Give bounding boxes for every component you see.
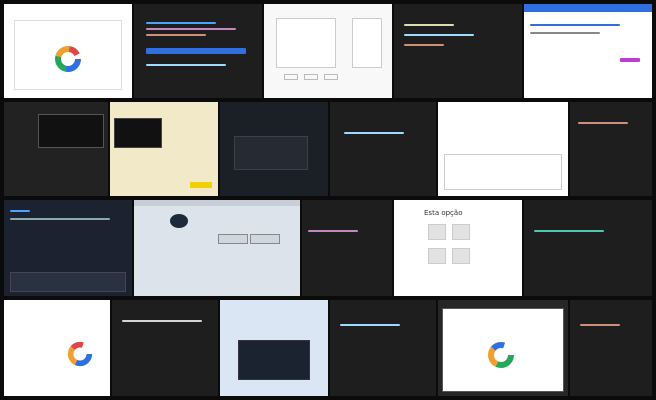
donut-chart	[55, 46, 81, 72]
tile-3-button[interactable]	[324, 74, 338, 80]
tile-1[interactable]	[4, 4, 132, 98]
tile-18-line	[122, 320, 202, 322]
tile-15-cell	[428, 224, 446, 240]
tile-15-cell	[452, 248, 470, 264]
tile-17[interactable]	[4, 300, 110, 396]
tile-15[interactable]: Esta opção	[394, 200, 522, 296]
tile-12-line	[10, 210, 30, 212]
tile-2-line	[146, 34, 206, 36]
tile-7[interactable]	[110, 102, 218, 196]
tile-2-line	[146, 48, 246, 54]
tile-9-line	[344, 132, 404, 134]
tile-5-line	[530, 32, 600, 34]
tile-4-line	[404, 24, 454, 26]
tile-22-line	[580, 324, 620, 326]
tile-14[interactable]	[302, 200, 392, 296]
tile-3[interactable]	[264, 4, 392, 98]
tile-22[interactable]	[570, 300, 652, 396]
tile-18[interactable]	[112, 300, 218, 396]
tile-10[interactable]	[438, 102, 568, 196]
tile-16[interactable]	[524, 200, 652, 296]
tile-20[interactable]	[330, 300, 436, 396]
tile-14-line	[308, 230, 358, 232]
tile-4[interactable]	[394, 4, 522, 98]
tile-11-line	[578, 122, 628, 124]
tile-5-line	[530, 24, 620, 26]
tile-11[interactable]	[570, 102, 652, 196]
tile-2-line	[146, 64, 226, 66]
tile-6-terminal	[38, 114, 104, 148]
tile-13-avatar	[170, 214, 188, 228]
tile-13-button[interactable]	[218, 234, 248, 244]
tile-7-terminal	[114, 118, 162, 148]
tile-19-window	[238, 340, 310, 380]
tile-6[interactable]	[4, 102, 108, 196]
tile-2-line	[146, 28, 236, 30]
tile-2[interactable]	[134, 4, 262, 98]
screenshot-grid: Esta opção	[0, 0, 656, 400]
tile-13-button[interactable]	[250, 234, 280, 244]
tile-15-cell	[452, 224, 470, 240]
tile-12-panel	[10, 272, 126, 292]
tile-3-sidebar	[352, 18, 382, 68]
tile-10-table	[444, 154, 562, 190]
tile-12[interactable]	[4, 200, 132, 296]
tile-4-line	[404, 44, 444, 46]
tile-4-line	[404, 34, 474, 36]
tile-2-line	[146, 22, 216, 24]
tile-13-header	[134, 200, 300, 206]
tile-9[interactable]	[330, 102, 436, 196]
tile-15-title: Esta opção	[424, 209, 463, 217]
tile-8[interactable]	[220, 102, 328, 196]
tile-3-diagram	[276, 18, 336, 68]
tile-5-header	[524, 4, 652, 12]
tile-8-dialog	[234, 136, 308, 170]
tile-21[interactable]	[438, 300, 568, 396]
donut-chart	[67, 341, 93, 367]
tile-5-highlight	[620, 58, 640, 62]
tile-15-cell	[428, 248, 446, 264]
tile-3-button[interactable]	[304, 74, 318, 80]
tile-12-line	[10, 218, 110, 220]
tile-5[interactable]	[524, 4, 652, 98]
tile-3-button[interactable]	[284, 74, 298, 80]
tile-16-line	[534, 230, 604, 232]
tile-20-line	[340, 324, 400, 326]
donut-chart	[488, 342, 514, 368]
tile-7-highlight	[190, 182, 212, 188]
tile-13[interactable]	[134, 200, 300, 296]
tile-19[interactable]	[220, 300, 328, 396]
